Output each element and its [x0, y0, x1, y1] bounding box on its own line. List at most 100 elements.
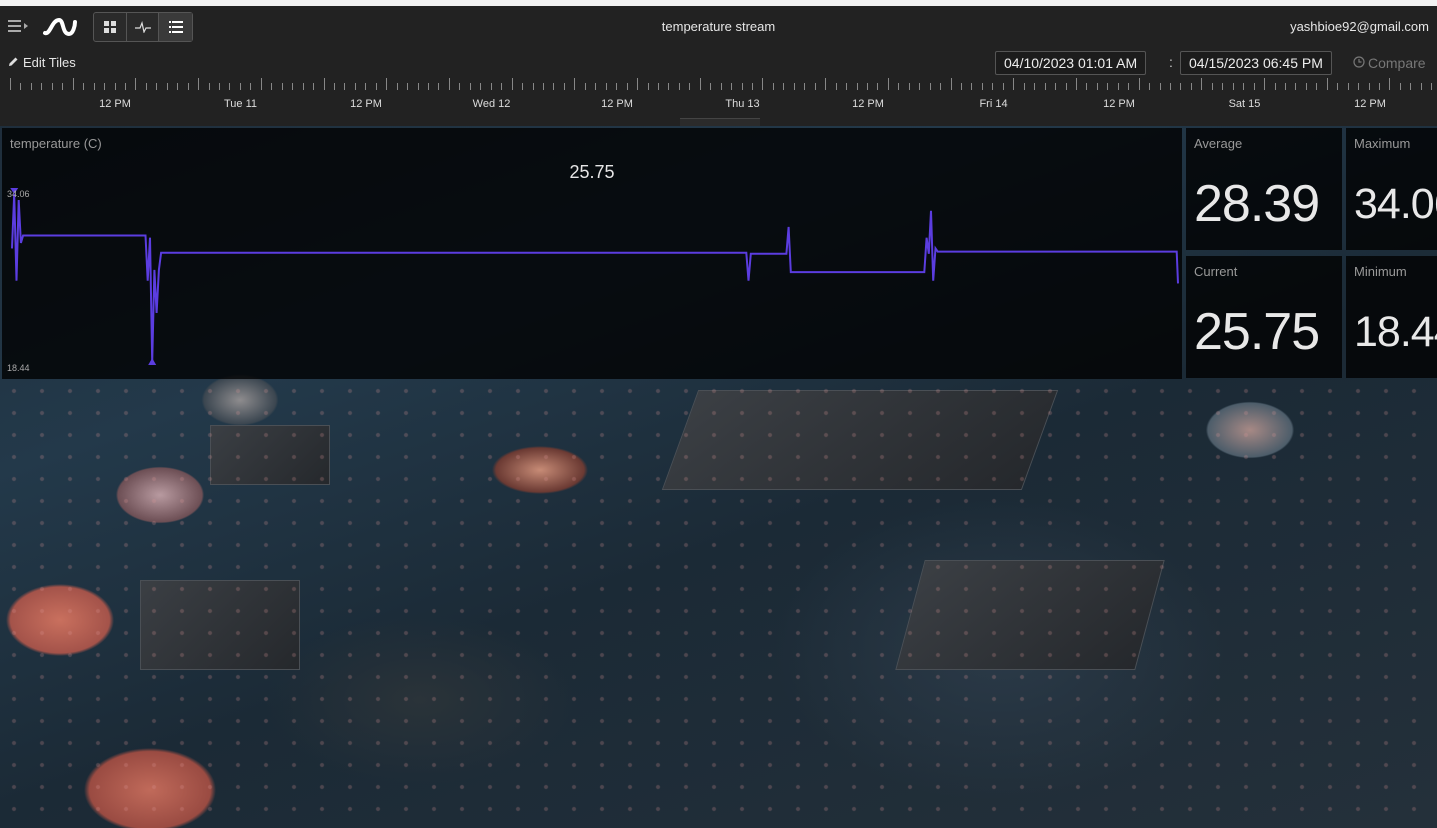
maximum-label: Maximum [1354, 136, 1411, 151]
user-email[interactable]: yashbioe92@gmail.com [1290, 19, 1429, 34]
timeline-tick [333, 83, 335, 90]
minimum-label: Minimum [1354, 264, 1407, 279]
timeline-tick [1117, 83, 1119, 90]
timeline-tick [198, 78, 200, 90]
timeline-tick [490, 83, 492, 90]
timeline-label: 12 PM [1103, 98, 1135, 110]
timeline-tick [260, 78, 262, 90]
temperature-series-line [11, 193, 1179, 363]
edit-tiles-button[interactable]: Edit Tiles [8, 55, 76, 70]
timeline-tick [616, 83, 618, 90]
chart-current-value: 25.75 [569, 162, 615, 182]
timeline-tick [1326, 78, 1328, 90]
timeline-tick [1431, 83, 1433, 90]
timeline-tick [1159, 83, 1161, 90]
timeline-tick [1347, 83, 1349, 90]
timeline-tick [156, 83, 158, 90]
timeline-tick [574, 78, 576, 90]
timeline-tick [1274, 83, 1276, 90]
timeline-tick [1232, 83, 1234, 90]
timeline-tick [239, 83, 241, 90]
timeline-tick [731, 83, 733, 90]
timeline-tick [83, 83, 85, 90]
average-tile[interactable]: Average 28.39 [1186, 128, 1342, 250]
timeline-tick [469, 83, 471, 90]
timeline-tick [1075, 78, 1077, 90]
timeline-tick [710, 83, 712, 90]
timeline-tick [908, 83, 910, 90]
timeline-tick [10, 78, 11, 90]
timeline-tick [950, 78, 952, 90]
timeline-tick [1358, 83, 1360, 90]
timeline-tick [1305, 83, 1307, 90]
page-title: temperature stream [661, 19, 776, 34]
timeline-tick [1138, 78, 1140, 90]
temperature-chart-tile[interactable]: 34.06 18.44 temperature (C) 25.75 [2, 128, 1182, 379]
timeline-tick [1410, 83, 1412, 90]
timeline-tick [1201, 78, 1203, 90]
timeline-tick [302, 83, 304, 90]
timeline-tick [72, 78, 74, 90]
timeline-label: 12 PM [350, 98, 382, 110]
timeline-tick [793, 83, 795, 90]
timeline-tick [992, 83, 994, 90]
timeline-tick [522, 83, 523, 90]
timeline-tick [647, 83, 649, 90]
timeline-tick [856, 83, 858, 90]
timeline-tick [929, 83, 931, 90]
timeline-tick [1316, 83, 1318, 90]
timeline-tick [1170, 83, 1171, 90]
timeline-tick [459, 83, 461, 90]
timeline-tick [396, 83, 398, 90]
timeline-tick [354, 83, 356, 90]
clock-icon [1353, 55, 1365, 71]
timeline-tick [480, 83, 482, 90]
timeline-tick [637, 78, 638, 90]
maximum-tile[interactable]: Maximum 34.06 [1346, 128, 1437, 250]
timeline-tick [166, 83, 168, 90]
end-date-input[interactable]: 04/15/2023 06:45 PM [1180, 51, 1332, 75]
timeline-tick [542, 83, 544, 90]
compare-button[interactable]: Compare [1353, 55, 1426, 71]
timeline-tick [208, 83, 210, 90]
date-separator: : [1169, 54, 1173, 70]
timeline-drag-handle[interactable] [680, 118, 760, 126]
timeline-tick [145, 83, 147, 90]
timeline-tick [657, 83, 659, 90]
edit-tiles-label: Edit Tiles [23, 55, 76, 70]
timeline-tick [699, 78, 701, 90]
minimum-tile[interactable]: Minimum 18.44 [1346, 256, 1437, 378]
timeline-tick [1284, 83, 1286, 90]
timeline-tick [940, 83, 942, 90]
timeline-tick [971, 83, 973, 90]
chart-title: temperature (C) [10, 136, 102, 151]
timeline-label: 12 PM [99, 98, 131, 110]
maximum-value: 34.06 [1354, 180, 1437, 228]
timeline-tick [114, 83, 116, 90]
current-tile[interactable]: Current 25.75 [1186, 256, 1342, 378]
timeline-tick [1379, 83, 1380, 90]
timeline-tick [678, 83, 680, 90]
timeline-tick [961, 83, 962, 90]
timeline-tick [386, 78, 388, 90]
minimum-value: 18.44 [1354, 308, 1437, 356]
start-date-input[interactable]: 04/10/2023 01:01 AM [995, 51, 1147, 75]
timeline-ticks[interactable] [0, 78, 1437, 90]
timeline-tick [375, 83, 377, 90]
timeline-tick [438, 83, 440, 90]
timeline-tick [62, 83, 64, 90]
timeline-tick [626, 83, 628, 90]
timeline-tick [1420, 83, 1422, 90]
timeline-tick [177, 83, 179, 90]
timeline-tick [448, 78, 450, 90]
timeline-tick [323, 78, 325, 90]
timeline-tick [919, 83, 921, 90]
timeline-tick [93, 83, 95, 90]
timeline-tick [511, 78, 513, 90]
timeline-tick [1180, 83, 1182, 90]
timeline-tick [1034, 83, 1036, 90]
compare-label: Compare [1368, 55, 1426, 71]
timeline-tick [1399, 83, 1401, 90]
timeline-tick [866, 83, 868, 90]
average-value: 28.39 [1194, 175, 1320, 233]
